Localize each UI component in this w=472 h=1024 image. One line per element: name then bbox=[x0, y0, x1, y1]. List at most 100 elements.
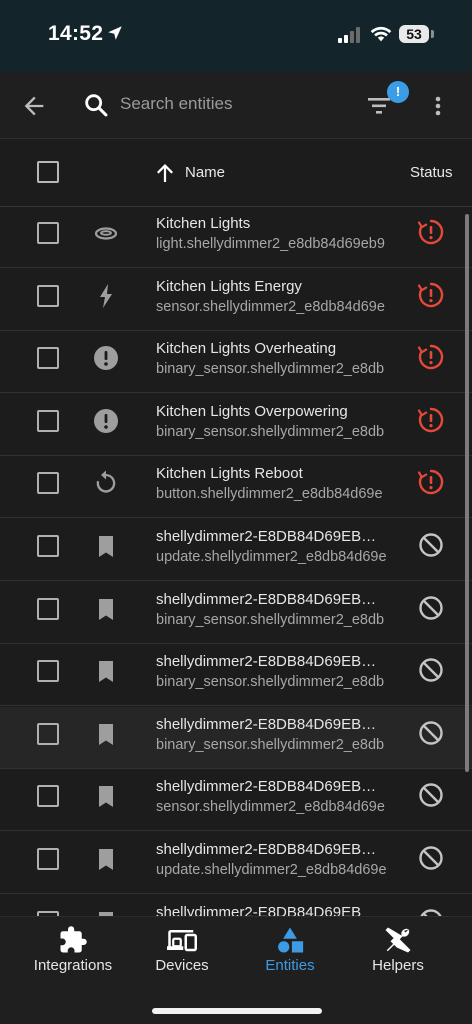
table-row[interactable]: shellydimmer2-E8DB84D69EB bbox=[0, 895, 472, 916]
row-entity-id: update.shellydimmer2_e8db84d69e bbox=[156, 862, 387, 878]
row-entity-id: binary_sensor.shellydimmer2_e8db bbox=[156, 611, 385, 628]
row-entity-id: binary_sensor.shellydimmer2_e8db bbox=[156, 423, 385, 440]
entity-list: Kitchen Lights light.shellydimmer2_e8db84… bbox=[0, 206, 472, 916]
unavailable-status-icon bbox=[417, 219, 444, 245]
column-header-status[interactable]: Status bbox=[410, 164, 453, 181]
row-entity-id: binary_sensor.shellydimmer2_e8db bbox=[156, 736, 385, 753]
battery-nub bbox=[431, 30, 434, 38]
battery-level: 53 bbox=[399, 25, 429, 43]
disabled-status-icon bbox=[419, 783, 443, 808]
table-header: Name Status bbox=[0, 139, 472, 207]
ceiling-light-icon bbox=[94, 227, 118, 240]
disabled-status-icon bbox=[419, 533, 443, 557]
table-row[interactable]: Kitchen Lights Overheating binary_sensor.… bbox=[0, 331, 472, 394]
row-entity-id: sensor.shellydimmer2_e8db84d69e bbox=[156, 298, 385, 315]
bookmark-icon bbox=[99, 786, 113, 808]
alert-circle-icon bbox=[94, 346, 118, 371]
nav-devices[interactable]: Devices bbox=[123, 917, 241, 987]
app-root: 14:52 53 Search entities ! Name Status K… bbox=[0, 0, 472, 1024]
row-title: Kitchen Lights Energy bbox=[156, 277, 302, 295]
bookmark-icon bbox=[99, 723, 113, 745]
nav-entities[interactable]: Entities bbox=[231, 917, 349, 987]
table-row[interactable]: shellydimmer2-E8DB84D69EB… binary_sensor.… bbox=[0, 706, 472, 769]
table-row[interactable]: shellydimmer2-E8DB84D69EB… binary_sensor.… bbox=[0, 644, 472, 707]
row-title: shellydimmer2-E8DB84D69EB… bbox=[156, 653, 377, 671]
table-row[interactable]: Kitchen Lights Overpowering binary_sensor… bbox=[0, 394, 472, 456]
row-checkbox[interactable] bbox=[37, 848, 59, 870]
shapes-icon bbox=[278, 927, 304, 953]
row-checkbox[interactable] bbox=[37, 785, 59, 808]
table-row[interactable]: shellydimmer2-E8DB84D69EB… sensor.shellyd… bbox=[0, 769, 472, 832]
unavailable-status-icon bbox=[417, 470, 444, 495]
row-checkbox[interactable] bbox=[37, 347, 59, 370]
row-title: shellydimmer2-E8DB84D69EB… bbox=[156, 715, 377, 733]
table-row[interactable]: Kitchen Lights Energy sensor.shellydimmer… bbox=[0, 269, 472, 331]
puzzle-icon bbox=[60, 926, 87, 953]
disabled-status-icon bbox=[419, 595, 443, 620]
more-vertical-icon[interactable] bbox=[426, 92, 450, 120]
wifi-icon bbox=[370, 26, 392, 42]
row-checkbox[interactable] bbox=[37, 222, 59, 244]
restart-icon bbox=[96, 470, 116, 493]
row-checkbox[interactable] bbox=[37, 535, 59, 557]
row-title: Kitchen Lights Overpowering bbox=[156, 402, 348, 420]
row-entity-id: update.shellydimmer2_e8db84d69e bbox=[156, 549, 387, 565]
row-checkbox[interactable] bbox=[37, 660, 59, 683]
cellular-signal-icon bbox=[338, 27, 360, 43]
search-input[interactable] bbox=[120, 90, 340, 118]
row-checkbox[interactable] bbox=[37, 597, 59, 620]
unavailable-status-icon bbox=[417, 282, 444, 307]
row-checkbox[interactable] bbox=[37, 472, 59, 495]
table-row[interactable]: Kitchen Lights light.shellydimmer2_e8db84… bbox=[0, 206, 472, 268]
row-entity-id: light.shellydimmer2_e8db84d69eb9 bbox=[156, 236, 385, 252]
home-indicator bbox=[152, 1008, 322, 1014]
row-title: shellydimmer2-E8DB84D69EB bbox=[156, 903, 362, 916]
status-bar: 14:52 53 bbox=[0, 0, 472, 72]
row-entity-id: binary_sensor.shellydimmer2_e8db bbox=[156, 674, 385, 691]
row-entity-id: button.shellydimmer2_e8db84d69e bbox=[156, 486, 383, 503]
row-title: Kitchen Lights bbox=[156, 215, 251, 232]
bottom-navigation: Integrations Devices Entities Helpers bbox=[0, 916, 472, 1024]
row-checkbox[interactable] bbox=[37, 284, 59, 307]
bookmark-icon bbox=[99, 911, 113, 916]
row-entity-id: sensor.shellydimmer2_e8db84d69e bbox=[156, 799, 385, 816]
back-arrow-icon[interactable] bbox=[20, 92, 48, 120]
nav-integrations[interactable]: Integrations bbox=[14, 917, 132, 987]
row-title: shellydimmer2-E8DB84D69EB… bbox=[156, 778, 377, 796]
bookmark-icon bbox=[99, 849, 113, 870]
unavailable-status-icon bbox=[417, 407, 444, 432]
unavailable-status-icon bbox=[417, 344, 444, 370]
row-title: shellydimmer2-E8DB84D69EB… bbox=[156, 590, 377, 608]
row-checkbox[interactable] bbox=[37, 722, 59, 745]
disabled-status-icon bbox=[419, 658, 443, 682]
bookmark-icon bbox=[99, 661, 113, 683]
nav-label-devices: Devices bbox=[155, 957, 209, 974]
search-icon bbox=[85, 94, 108, 117]
filter-badge: ! bbox=[387, 81, 409, 103]
row-title: Kitchen Lights Reboot bbox=[156, 465, 303, 483]
status-time: 14:52 bbox=[48, 22, 104, 45]
devices-icon bbox=[167, 930, 197, 952]
table-row[interactable]: Kitchen Lights Reboot button.shellydimmer… bbox=[0, 456, 472, 519]
select-all-checkbox[interactable] bbox=[37, 161, 59, 183]
row-title: Kitchen Lights Overheating bbox=[156, 340, 337, 358]
row-entity-id: binary_sensor.shellydimmer2_e8db bbox=[156, 361, 385, 378]
table-row[interactable]: shellydimmer2-E8DB84D69EB… update.shellyd… bbox=[0, 832, 472, 894]
sort-ascending-arrow-icon[interactable] bbox=[154, 161, 176, 185]
row-checkbox[interactable] bbox=[37, 409, 59, 432]
disabled-status-icon bbox=[419, 721, 443, 745]
row-title: shellydimmer2-E8DB84D69EB… bbox=[156, 841, 377, 858]
disabled-status-icon bbox=[420, 908, 442, 916]
nav-label-integrations: Integrations bbox=[33, 957, 113, 974]
bookmark-icon bbox=[99, 536, 113, 557]
row-title: shellydimmer2-E8DB84D69EB… bbox=[156, 528, 377, 545]
table-row[interactable]: shellydimmer2-E8DB84D69EB… update.shellyd… bbox=[0, 519, 472, 581]
nav-helpers[interactable]: Helpers bbox=[339, 917, 457, 987]
nav-label-entities: Entities bbox=[265, 957, 315, 974]
column-header-name[interactable]: Name bbox=[185, 164, 225, 181]
table-row[interactable]: shellydimmer2-E8DB84D69EB… binary_sensor.… bbox=[0, 582, 472, 644]
disabled-status-icon bbox=[419, 846, 443, 870]
location-arrow-icon bbox=[108, 26, 122, 40]
list-scrollbar[interactable] bbox=[465, 214, 469, 772]
nav-label-helpers: Helpers bbox=[372, 957, 424, 974]
